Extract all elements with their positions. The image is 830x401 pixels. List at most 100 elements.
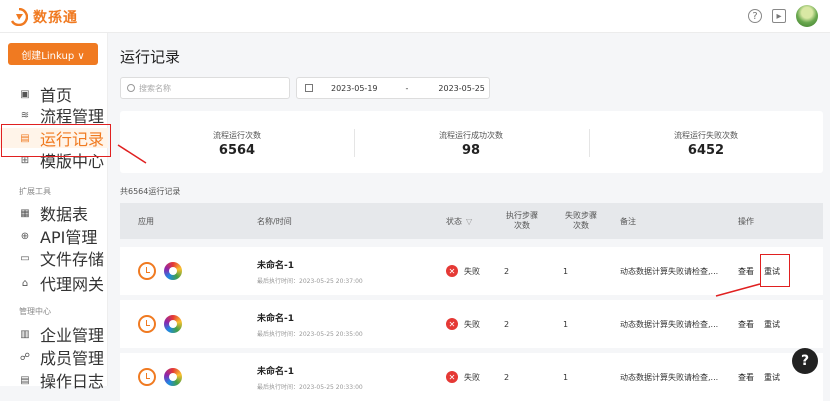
sidebar-item-gateway[interactable]: ⌂ 代理网关 (0, 273, 108, 294)
search-placeholder: 搜索名称 (139, 83, 171, 93)
filter-icon[interactable]: ▽ (466, 217, 472, 226)
log-icon: ▤ (20, 374, 30, 386)
table-row: 未命名-1 最后执行时间：2023-05-25 20:35:00 ✕ 失败 2 … (120, 300, 823, 348)
sidebar-item-label: 企业管理 (40, 326, 105, 345)
view-button[interactable]: 查看 (738, 353, 754, 401)
logo-icon (10, 8, 28, 26)
gateway-icon: ⌂ (21, 277, 29, 289)
stat-value: 98 (461, 143, 481, 158)
fail-icon: ✕ (446, 318, 458, 330)
name-time: 未命名-1 最后执行时间：2023-05-25 20:33:00 (257, 353, 363, 401)
app-swirl-icon (164, 368, 182, 386)
sidebar-item-home[interactable]: ▣ 首页 (0, 84, 108, 105)
sidebar-item-enterprise[interactable]: ▥ 企业管理 (0, 324, 108, 345)
app-icons (138, 353, 182, 401)
table-header: 应用 名称/时间 状态 ▽ 执行步骤次数 失败步骤次数 备注 操作 (120, 203, 823, 239)
retry-button[interactable]: 重试 (764, 353, 780, 401)
page-title: 运行记录 (120, 48, 181, 66)
view-button[interactable]: 查看 (738, 300, 754, 348)
flow-name[interactable]: 未命名-1 (257, 258, 294, 271)
status: ✕ 失败 (446, 247, 480, 295)
retry-button[interactable]: 重试 (764, 300, 780, 348)
sidebar-item-label: 操作日志 (40, 372, 105, 391)
sidebar-item-label: 文件存储 (40, 250, 105, 269)
table-icon: ▦ (20, 207, 30, 219)
date-to[interactable]: 2023-05-25 (438, 84, 485, 93)
view-button[interactable]: 查看 (738, 247, 754, 295)
exec-time: 最后执行时间：2023-05-25 20:37:00 (257, 277, 363, 285)
app-icons (138, 247, 182, 295)
search-input[interactable]: 搜索名称 (120, 77, 290, 99)
col-fail-steps: 失败步骤次数 (565, 211, 597, 230)
status-text: 失败 (464, 319, 480, 329)
col-status[interactable]: 状态 ▽ (446, 203, 472, 239)
sidebar-item-label: 成员管理 (40, 349, 105, 368)
create-linkup-button[interactable]: 创建Linkup ∨ (8, 43, 98, 65)
stat-value: 6452 (687, 143, 725, 158)
flow-name[interactable]: 未命名-1 (257, 364, 294, 377)
app-swirl-icon (164, 315, 182, 333)
sidebar: 创建Linkup ∨ ▣ 首页 ≋ 流程管理 ▤ 运行记录 ⊞ 模版中心 扩展工… (0, 33, 108, 391)
clock-icon (138, 368, 156, 386)
status-text: 失败 (464, 372, 480, 382)
col-app: 应用 (138, 216, 154, 226)
sidebar-item-datatable[interactable]: ▦ 数据表 (0, 203, 108, 224)
stat-label: 流程运行失败次数 (674, 131, 738, 140)
note: 动态数据计算失败请检查,... (620, 266, 719, 276)
col-status-label: 状态 (446, 216, 462, 226)
home-icon: ▣ (20, 88, 30, 100)
stats-panel: 流程运行次数 6564 流程运行成功次数 98 流程运行失败次数 6452 (120, 111, 823, 173)
note: 动态数据计算失败请检查,... (620, 372, 719, 382)
highlight-box-retry (760, 254, 790, 287)
api-icon: ⊕ (20, 230, 30, 242)
search-icon (127, 84, 135, 92)
name-time: 未命名-1 最后执行时间：2023-05-25 20:35:00 (257, 300, 363, 348)
sidebar-item-members[interactable]: ☍ 成员管理 (0, 347, 108, 368)
date-separator: - (405, 83, 409, 93)
date-range-picker[interactable]: 2023-05-19 - 2023-05-25 (296, 77, 490, 99)
monitor-icon[interactable]: ▸ (772, 9, 786, 23)
logo[interactable]: 数孫通 (10, 7, 78, 27)
col-exec-steps: 执行步骤次数 (506, 211, 538, 230)
users-icon: ☍ (19, 351, 31, 363)
fail-icon: ✕ (446, 371, 458, 383)
table-row: 未命名-1 最后执行时间：2023-05-25 20:33:00 ✕ 失败 2 … (120, 353, 823, 401)
col-name-time: 名称/时间 (257, 216, 292, 226)
sidebar-item-label: 代理网关 (40, 275, 105, 294)
col-action: 操作 (738, 216, 754, 226)
fail-icon: ✕ (446, 265, 458, 277)
status-text: 失败 (464, 266, 480, 276)
building-icon: ▥ (20, 328, 30, 340)
sidebar-item-file-storage[interactable]: ▭ 文件存储 (0, 248, 108, 269)
col-note: 备注 (620, 216, 636, 226)
layers-icon: ≋ (20, 109, 30, 121)
date-from[interactable]: 2023-05-19 (331, 84, 378, 93)
question-circle-icon[interactable]: ? (748, 9, 762, 23)
avatar[interactable] (796, 5, 818, 27)
app-name: 数孫通 (33, 10, 78, 26)
exec-steps: 2 (504, 266, 510, 276)
flow-name[interactable]: 未命名-1 (257, 311, 294, 324)
status: ✕ 失败 (446, 300, 480, 348)
sidebar-item-flow[interactable]: ≋ 流程管理 (0, 105, 108, 126)
sidebar-item-api[interactable]: ⊕ API管理 (0, 226, 108, 247)
stat-value: 6564 (218, 143, 256, 158)
exec-steps: 2 (504, 319, 510, 329)
stat-label: 流程运行次数 (213, 131, 261, 140)
table-row: 未命名-1 最后执行时间：2023-05-25 20:37:00 ✕ 失败 2 … (120, 247, 823, 295)
top-bar: 数孫通 ? ▸ (0, 0, 830, 33)
stat-success: 流程运行成功次数 98 (354, 111, 588, 173)
exec-time: 最后执行时间：2023-05-25 20:35:00 (257, 330, 363, 338)
app-icons (138, 300, 182, 348)
sidebar-item-label: API管理 (40, 228, 98, 247)
exec-time: 最后执行时间：2023-05-25 20:33:00 (257, 383, 363, 391)
section-label-manage: 管理中心 (19, 307, 51, 316)
fail-steps: 1 (563, 372, 569, 382)
clock-icon (138, 262, 156, 280)
main-content: 运行记录 搜索名称 2023-05-19 - 2023-05-25 流程运行次数… (108, 33, 830, 401)
stat-total: 流程运行次数 6564 (120, 111, 354, 173)
note: 动态数据计算失败请检查,... (620, 319, 719, 329)
help-float-button[interactable]: ? (792, 348, 818, 374)
sidebar-item-logs[interactable]: ▤ 操作日志 (0, 370, 108, 391)
folder-icon: ▭ (20, 252, 30, 264)
